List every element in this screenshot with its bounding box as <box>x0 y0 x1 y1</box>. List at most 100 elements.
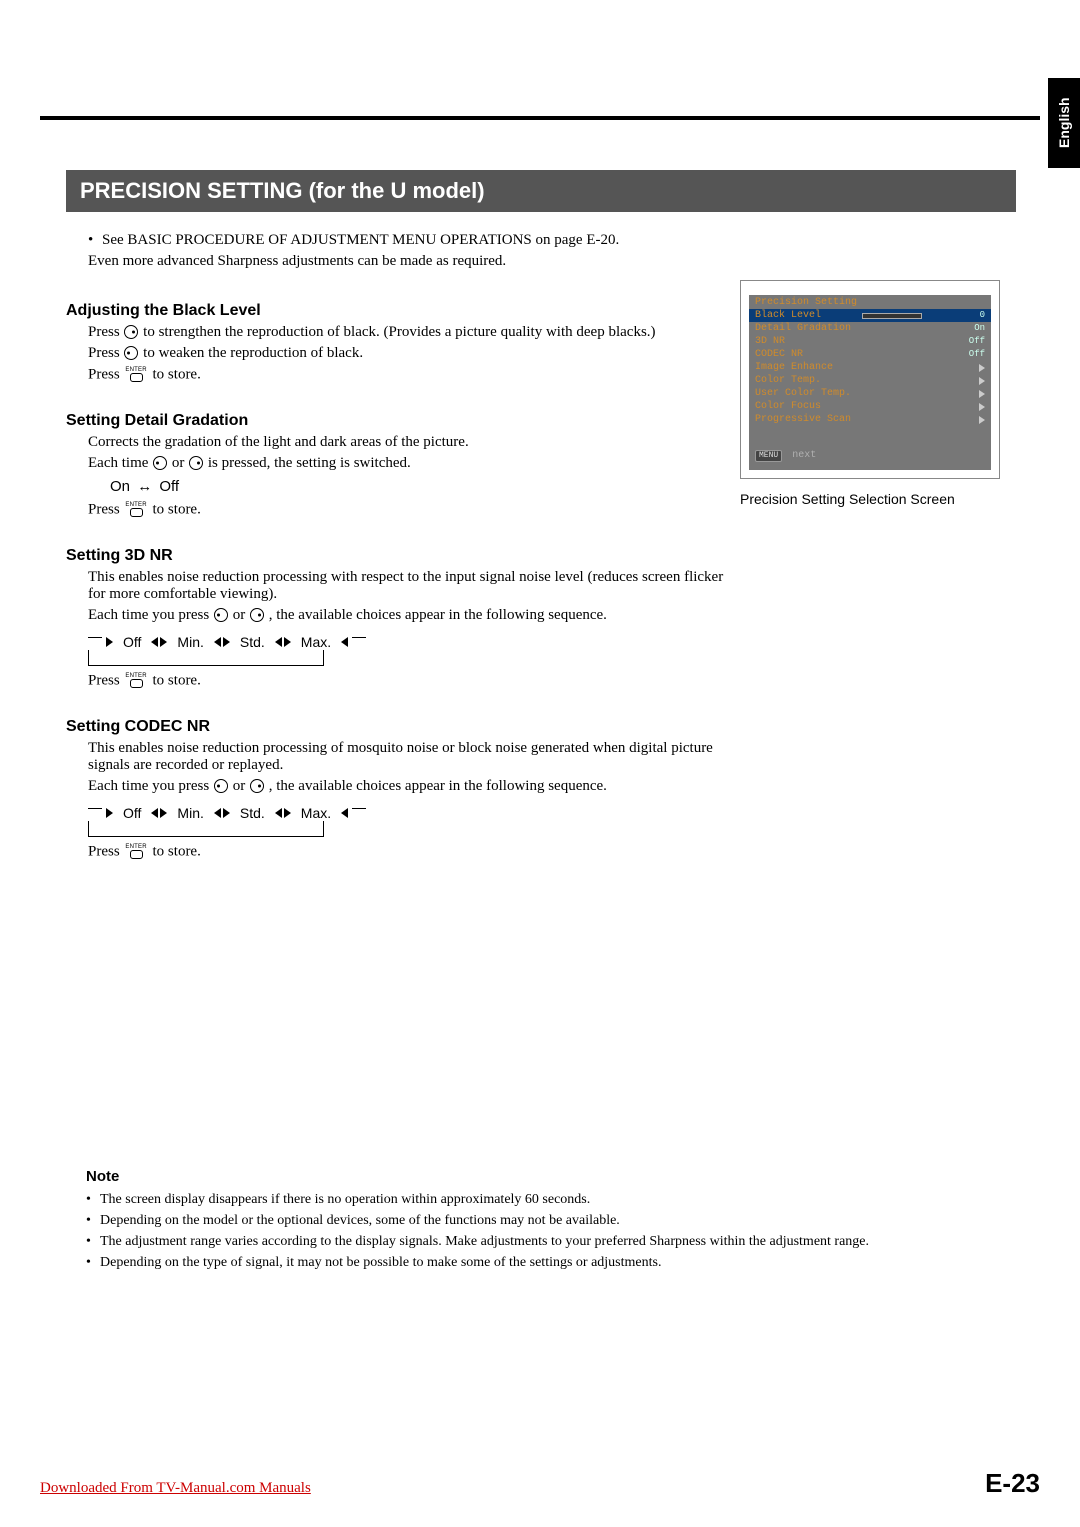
page-content: PRECISION SETTING (for the U model) •See… <box>0 170 1080 865</box>
osd-label: CODEC NR <box>755 349 803 361</box>
note-text: Depending on the type of signal, it may … <box>100 1252 661 1273</box>
right-column: Precision Setting Black Level 0 Detail G… <box>740 274 1040 507</box>
osd-row-detail: Detail Gradation On <box>749 322 991 335</box>
detail-each: Each time or is pressed, the setting is … <box>88 455 730 472</box>
triangle-left-icon <box>341 637 348 647</box>
nr3d-each: Each time you press or , the available c… <box>88 607 730 624</box>
text: to store. <box>153 672 201 688</box>
seq-min: Min. <box>177 805 203 821</box>
triangle-left-icon <box>275 637 282 647</box>
enter-icon: ENTER <box>125 365 146 383</box>
text: or <box>233 607 249 623</box>
codec-sequence: Off Min. Std. Max. <box>88 805 730 821</box>
osd-label: Black Level <box>755 310 821 322</box>
note-text: Depending on the model or the optional d… <box>100 1210 620 1231</box>
triangle-right-icon <box>223 637 230 647</box>
text: Press <box>88 672 123 688</box>
codec-store: Press ENTER to store. <box>88 843 730 861</box>
black-level-store: Press ENTER to store. <box>88 366 730 384</box>
note-item: •Depending on the model or the optional … <box>86 1210 1030 1231</box>
triangle-left-icon <box>275 808 282 818</box>
left-icon <box>124 346 138 360</box>
note-item: •The adjustment range varies according t… <box>86 1231 1030 1252</box>
download-link[interactable]: Downloaded From TV-Manual.com Manuals <box>40 1480 311 1497</box>
text: to strengthen the reproduction of black.… <box>143 324 655 340</box>
seq-max: Max. <box>301 805 331 821</box>
double-arrow-icon: ↔ <box>137 478 152 495</box>
triangle-right-icon <box>160 637 167 647</box>
nr3d-heading: Setting 3D NR <box>66 547 730 565</box>
triangle-left-icon <box>341 808 348 818</box>
notes-section: Note •The screen display disappears if t… <box>86 1168 1030 1273</box>
black-level-line1: Press to strengthen the reproduction of … <box>88 324 730 341</box>
chevron-right-icon <box>979 403 985 411</box>
text: Each time <box>88 455 152 471</box>
triangle-right-icon <box>106 808 113 818</box>
text: to store. <box>153 366 201 382</box>
osd-value: Off <box>959 336 985 347</box>
text: Press <box>88 366 123 382</box>
chevron-right-icon <box>979 364 985 372</box>
on-off-toggle: On ↔ Off <box>110 478 730 495</box>
detail-heading: Setting Detail Gradation <box>66 412 730 430</box>
osd-row-black-level: Black Level 0 <box>749 309 991 322</box>
menu-badge: MENU <box>755 450 782 462</box>
seq-std: Std. <box>240 805 265 821</box>
codec-heading: Setting CODEC NR <box>66 718 730 736</box>
page-number: E-23 <box>985 1468 1040 1499</box>
osd-screen: Precision Setting Black Level 0 Detail G… <box>749 295 991 470</box>
enter-icon: ENTER <box>125 842 146 860</box>
osd-row-progressive: Progressive Scan <box>749 413 991 426</box>
nr3d-store: Press ENTER to store. <box>88 672 730 690</box>
two-column: Adjusting the Black Level Press to stren… <box>66 274 1040 865</box>
triangle-right-icon <box>106 637 113 647</box>
triangle-right-icon <box>284 808 291 818</box>
osd-row-color-focus: Color Focus <box>749 400 991 413</box>
osd-row-codec: CODEC NR Off <box>749 348 991 361</box>
on-label: On <box>110 478 130 495</box>
chevron-right-icon <box>979 390 985 398</box>
text: Press <box>88 501 123 517</box>
left-column: Adjusting the Black Level Press to stren… <box>66 274 740 865</box>
text: Each time you press <box>88 778 213 794</box>
triangle-left-icon <box>151 808 158 818</box>
sequence-box <box>88 821 324 837</box>
detail-desc: Corrects the gradation of the light and … <box>88 434 730 451</box>
right-icon <box>250 779 264 793</box>
seq-std: Std. <box>240 634 265 650</box>
triangle-right-icon <box>284 637 291 647</box>
text: or <box>172 455 188 471</box>
osd-row-image-enhance: Image Enhance <box>749 361 991 374</box>
notes-heading: Note <box>86 1168 1030 1185</box>
seq-off: Off <box>123 634 141 650</box>
left-icon <box>214 608 228 622</box>
note-item: •The screen display disappears if there … <box>86 1189 1030 1210</box>
right-icon <box>250 608 264 622</box>
left-icon <box>214 779 228 793</box>
intro-line: Even more advanced Sharpness adjustments… <box>88 253 1040 270</box>
triangle-right-icon <box>160 808 167 818</box>
text: to store. <box>153 843 201 859</box>
black-level-heading: Adjusting the Black Level <box>66 302 730 320</box>
osd-value: Off <box>959 349 985 360</box>
black-level-line2: Press to weaken the reproduction of blac… <box>88 345 730 362</box>
text: , the available choices appear in the fo… <box>269 778 607 794</box>
osd-caption: Precision Setting Selection Screen <box>740 491 1000 507</box>
osd-label: 3D NR <box>755 336 785 348</box>
text: Press <box>88 345 123 361</box>
chevron-right-icon <box>979 416 985 424</box>
triangle-left-icon <box>214 637 221 647</box>
text: to store. <box>153 501 201 517</box>
osd-label: Image Enhance <box>755 362 833 374</box>
text: Each time you press <box>88 607 213 623</box>
text: Press <box>88 843 123 859</box>
note-text: The adjustment range varies according to… <box>100 1231 869 1252</box>
osd-label: Detail Gradation <box>755 323 851 335</box>
text: is pressed, the setting is switched. <box>208 455 411 471</box>
codec-each: Each time you press or , the available c… <box>88 778 730 795</box>
osd-slider <box>862 313 922 319</box>
seq-min: Min. <box>177 634 203 650</box>
osd-footer-text: next <box>792 450 816 461</box>
sequence-box <box>88 650 324 666</box>
note-item: •Depending on the type of signal, it may… <box>86 1252 1030 1273</box>
